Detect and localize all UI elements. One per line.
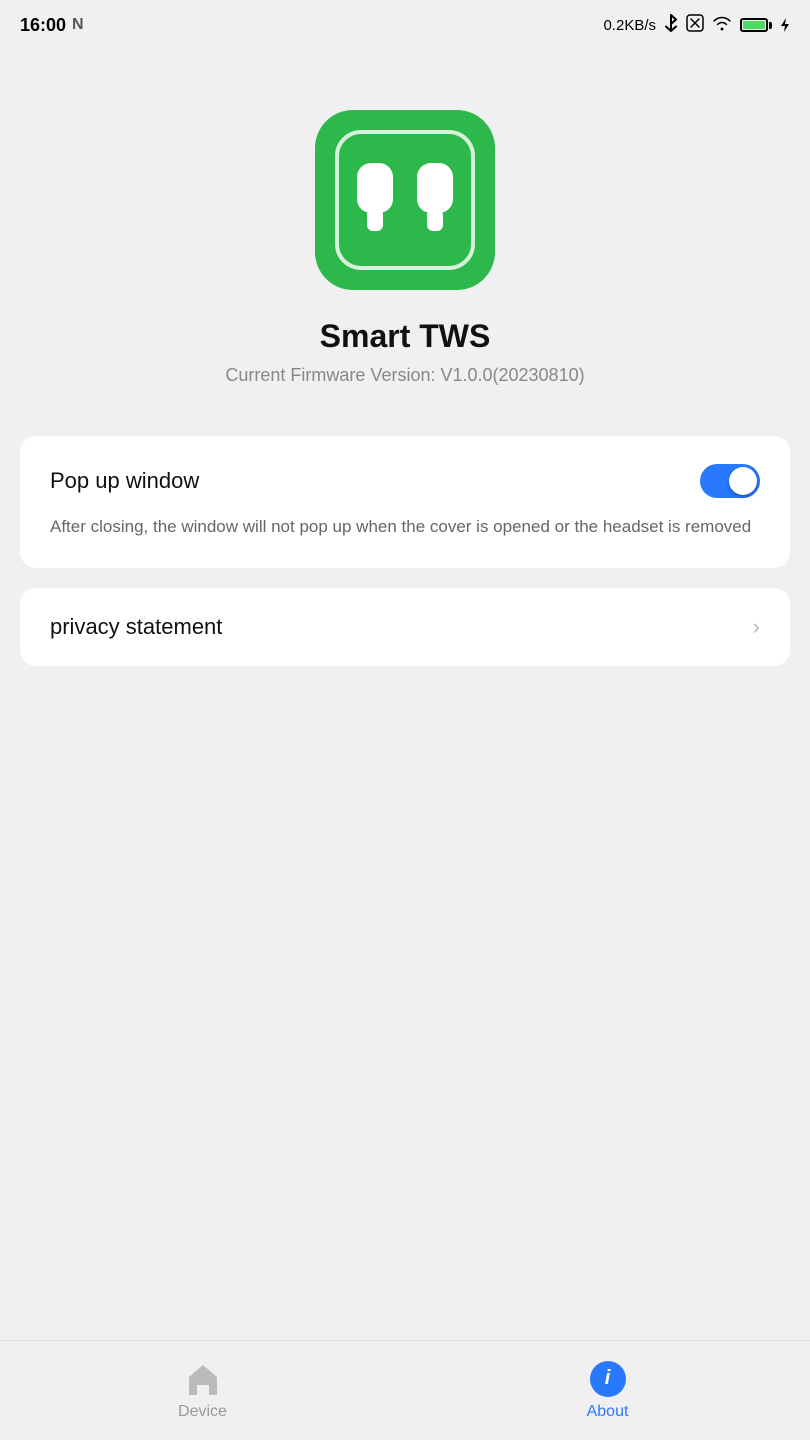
bottom-nav: Device i About (0, 1340, 810, 1440)
about-nav-icon: i (590, 1361, 626, 1397)
about-nav-label: About (587, 1403, 629, 1421)
app-icon (315, 110, 495, 290)
status-right: 0.2KB/s (603, 14, 790, 36)
info-icon: i (590, 1361, 626, 1397)
app-name: Smart TWS (320, 318, 491, 355)
status-left: 16:00 N (20, 15, 84, 36)
main-content: Smart TWS Current Firmware Version: V1.0… (0, 50, 810, 1340)
chevron-right-icon: › (753, 614, 760, 640)
device-nav-icon (185, 1361, 221, 1397)
firmware-version: Current Firmware Version: V1.0.0(2023081… (225, 365, 584, 386)
nav-device[interactable]: Device (153, 1361, 253, 1421)
privacy-statement-card: privacy statement › (20, 588, 790, 666)
bluetooth-icon (664, 14, 678, 36)
data-speed: 0.2KB/s (603, 17, 656, 34)
status-time: 16:00 (20, 15, 66, 36)
popup-toggle[interactable] (700, 464, 760, 498)
popup-window-card: Pop up window After closing, the window … (20, 436, 790, 568)
network-icon: N (72, 16, 84, 34)
popup-description: After closing, the window will not pop u… (50, 514, 760, 540)
close-icon (686, 14, 704, 36)
app-icon-inner (335, 130, 475, 270)
privacy-row[interactable]: privacy statement › (20, 588, 790, 666)
status-bar: 16:00 N 0.2KB/s (0, 0, 810, 50)
home-icon (185, 1361, 221, 1397)
popup-toggle-row: Pop up window (50, 464, 760, 498)
wifi-icon (712, 15, 732, 35)
charging-icon (780, 17, 790, 33)
popup-label: Pop up window (50, 468, 199, 494)
device-nav-label: Device (178, 1403, 227, 1421)
battery-icon (740, 18, 772, 32)
toggle-knob (729, 467, 757, 495)
privacy-label: privacy statement (50, 614, 222, 640)
earphones-illustration (345, 145, 465, 255)
nav-about[interactable]: i About (558, 1361, 658, 1421)
